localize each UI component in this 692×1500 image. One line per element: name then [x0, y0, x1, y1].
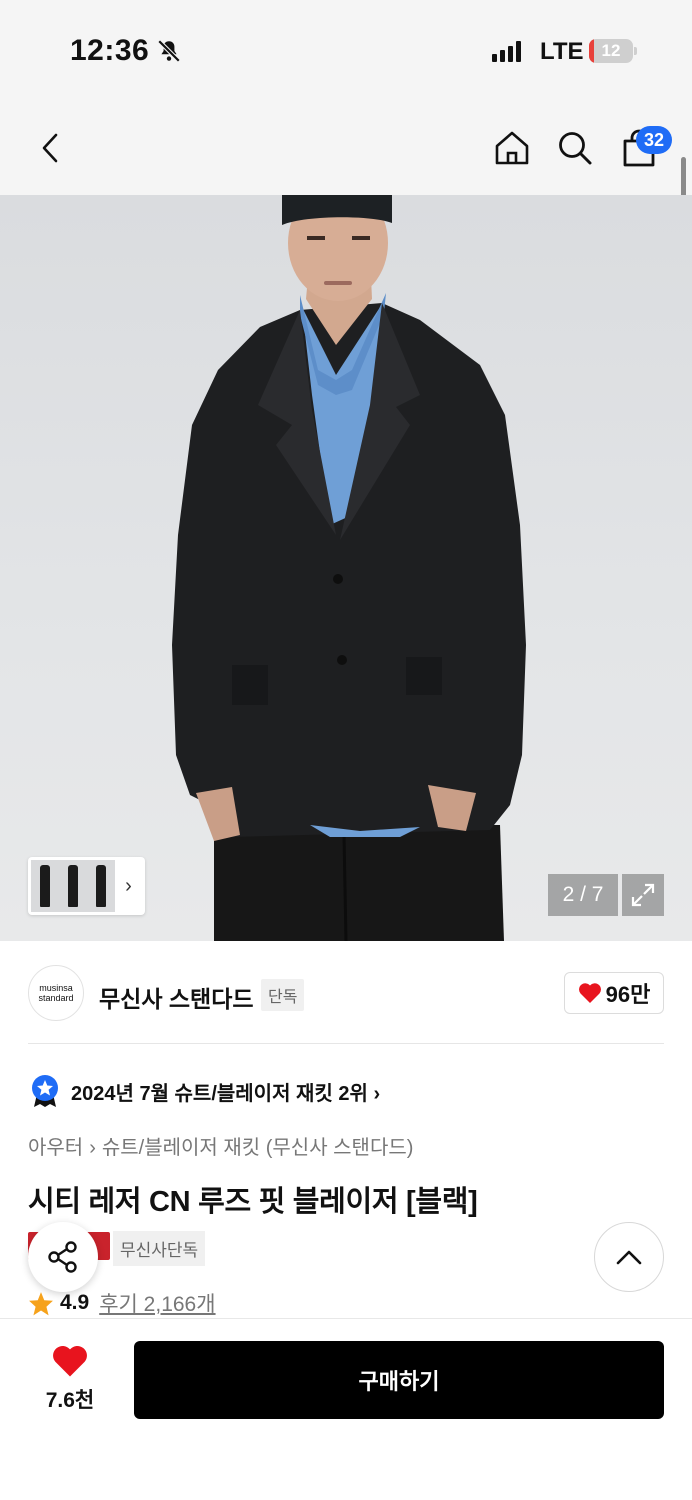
- battery-icon: 12: [589, 39, 633, 63]
- section-divider: [28, 1043, 664, 1044]
- expand-image-button[interactable]: [622, 874, 664, 916]
- brand-logo-line2: standard: [38, 993, 74, 1003]
- rating-row: 4.9 후기 2,166개: [28, 1288, 216, 1318]
- chevron-right-icon: ›: [125, 874, 132, 897]
- home-button[interactable]: [490, 126, 534, 170]
- back-button[interactable]: [28, 126, 72, 170]
- ranking-label: 2024년 7월 슈트/블레이저 재킷 2위: [71, 1083, 368, 1105]
- model-wearing-blazer-image: [172, 195, 526, 941]
- breadcrumb-level1[interactable]: 아우터: [28, 1137, 83, 1159]
- network-type: LTE: [540, 38, 584, 65]
- ranking-badge-icon: [30, 1074, 60, 1113]
- top-navigation: [0, 100, 692, 195]
- expand-icon: [631, 883, 655, 907]
- chevron-right-icon: ›: [89, 1137, 96, 1159]
- breadcrumb: 아우터 › 슈트/블레이저 재킷 (무신사 스탠다드): [28, 1131, 413, 1160]
- bell-muted-icon: [156, 38, 182, 69]
- share-icon: [48, 1241, 77, 1273]
- brand-like-count: 96만: [605, 982, 651, 1007]
- brand-logo[interactable]: musinsa standard: [28, 965, 84, 1021]
- brand-name[interactable]: 무신사 스탠다드: [99, 980, 254, 1014]
- thumbnail-images: [31, 860, 115, 912]
- rating-score: 4.9: [60, 1291, 90, 1314]
- brand-logo-line1: musinsa: [39, 983, 73, 993]
- cart-count-badge: 32: [636, 126, 672, 154]
- thumbnail-strip[interactable]: ›: [28, 857, 145, 915]
- exclusive-tag: 무신사단독: [113, 1231, 206, 1266]
- chevron-left-icon: [42, 133, 58, 163]
- product-image[interactable]: [0, 195, 692, 941]
- status-bar: 12:36 LTE 12: [0, 0, 692, 100]
- product-title: 시티 레저 CN 루즈 핏 블레이저 [블랙]: [28, 1186, 478, 1218]
- brand-like-button[interactable]: 96만: [564, 972, 664, 1014]
- review-count-link[interactable]: 후기 2,166개: [99, 1288, 215, 1318]
- favorite-count: 7.6천: [45, 1389, 95, 1412]
- star-icon: [29, 1291, 53, 1315]
- ranking-link[interactable]: 2024년 7월 슈트/블레이저 재킷 2위 ›: [71, 1077, 380, 1106]
- battery-tip: [634, 47, 637, 55]
- heart-icon: [578, 983, 601, 1003]
- home-icon: [495, 131, 529, 165]
- buy-button[interactable]: 구매하기: [134, 1341, 664, 1419]
- chevron-up-icon: [616, 1250, 642, 1265]
- search-button[interactable]: [553, 126, 597, 170]
- chevron-right-icon: ›: [373, 1083, 381, 1105]
- scroll-to-top-button[interactable]: [594, 1222, 664, 1292]
- image-pager: 2 / 7: [548, 874, 618, 916]
- share-button[interactable]: [28, 1222, 98, 1292]
- brand-exclusive-tag: 단독: [261, 979, 305, 1011]
- breadcrumb-level2[interactable]: 슈트/블레이저 재킷 (무신사 스탠다드): [102, 1137, 414, 1159]
- search-icon: [559, 132, 592, 165]
- status-time: 12:36: [70, 34, 150, 67]
- favorite-button[interactable]: 7.6천: [34, 1344, 106, 1414]
- battery-level: 12: [601, 41, 621, 60]
- heart-icon: [53, 1345, 87, 1377]
- signal-strength-icon: [492, 40, 521, 62]
